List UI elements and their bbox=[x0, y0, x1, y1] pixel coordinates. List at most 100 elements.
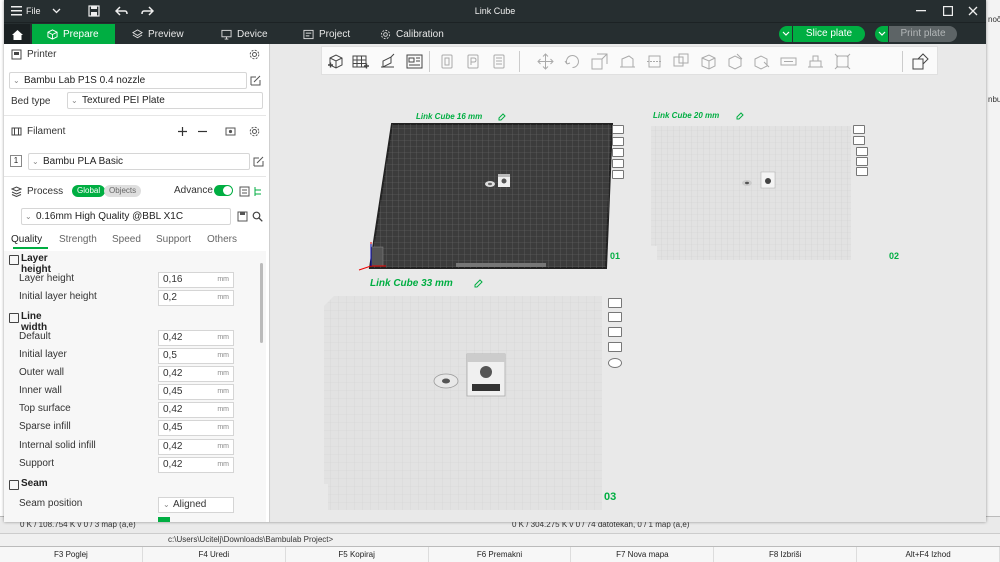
print-dropdown-chevron-icon[interactable] bbox=[875, 26, 888, 42]
subtab-others[interactable]: Others bbox=[207, 234, 237, 245]
process-preset-select[interactable]: ⌄ 0.16mm High Quality @BBL X1C bbox=[21, 208, 231, 225]
tab-project[interactable]: Project bbox=[295, 24, 358, 45]
hamburger-menu-icon[interactable] bbox=[11, 6, 23, 16]
save-icon[interactable] bbox=[88, 5, 100, 17]
printer-settings-gear-icon[interactable] bbox=[249, 49, 260, 60]
add-plate-icon[interactable] bbox=[352, 53, 369, 70]
plate-02-name[interactable]: Link Cube 20 mm bbox=[653, 111, 719, 120]
scope-objects-toggle[interactable]: Objects bbox=[104, 185, 142, 197]
fkey-f5[interactable]: F5 Kopiraj bbox=[286, 547, 429, 562]
seam-position-select[interactable]: ⌄ Aligned bbox=[158, 497, 234, 513]
measure-icon[interactable] bbox=[807, 53, 824, 70]
initial-layer-height-input[interactable]: 0,2 mm bbox=[158, 290, 234, 306]
lw-top-surface-input[interactable]: 0,42 mm bbox=[158, 402, 234, 418]
subtab-support[interactable]: Support bbox=[156, 234, 191, 245]
plate-01-orient-icon[interactable] bbox=[612, 148, 624, 157]
scope-global-toggle[interactable]: Global bbox=[72, 185, 106, 197]
color-painting-icon[interactable] bbox=[753, 53, 770, 70]
tab-calibration[interactable]: Calibration bbox=[372, 24, 452, 45]
assembly-icon[interactable] bbox=[834, 53, 851, 70]
plate-03-bed[interactable] bbox=[322, 294, 607, 514]
filament-settings-gear-icon[interactable] bbox=[249, 126, 260, 137]
split-parts-icon[interactable] bbox=[465, 53, 482, 70]
layer-settings-icon[interactable] bbox=[491, 53, 508, 70]
plate-02-lock-icon[interactable] bbox=[856, 157, 868, 166]
minimize-icon[interactable] bbox=[916, 10, 926, 12]
plate-03-close-icon[interactable] bbox=[608, 298, 622, 308]
edit-printer-icon[interactable] bbox=[250, 75, 261, 86]
undo-icon[interactable] bbox=[115, 5, 128, 17]
checkbox-partial[interactable] bbox=[158, 517, 170, 522]
fkey-f3[interactable]: F3 Poglej bbox=[0, 547, 143, 562]
plate-03-settings-icon[interactable] bbox=[608, 358, 622, 368]
sidebar-scrollbar[interactable] bbox=[260, 263, 263, 343]
subtab-quality[interactable]: Quality bbox=[11, 234, 42, 245]
subtab-strength[interactable]: Strength bbox=[59, 234, 97, 245]
fkey-f7[interactable]: F7 Nova mapa bbox=[571, 547, 715, 562]
lw-internal-solid-infill-input[interactable]: 0,42 mm bbox=[158, 439, 234, 455]
file-menu[interactable]: File bbox=[26, 0, 41, 22]
plate-01-lock-icon[interactable] bbox=[612, 159, 624, 168]
plate-01-bed[interactable] bbox=[356, 122, 616, 272]
fkey-f4[interactable]: F4 Uredi bbox=[143, 547, 286, 562]
lw-support-input[interactable]: 0,42 mm bbox=[158, 457, 234, 473]
split-objects-icon[interactable] bbox=[439, 53, 456, 70]
plate-02-arrange-icon[interactable] bbox=[853, 136, 865, 145]
plate-03-arrange-icon[interactable] bbox=[608, 312, 622, 322]
plate-02-bed[interactable] bbox=[649, 124, 854, 264]
emboss-text-icon[interactable] bbox=[780, 53, 797, 70]
process-tree-icon[interactable] bbox=[253, 186, 264, 197]
chevron-down-icon[interactable] bbox=[52, 8, 61, 16]
save-preset-icon[interactable] bbox=[237, 211, 248, 222]
lw-outer-wall-input[interactable]: 0,42 mm bbox=[158, 366, 234, 382]
seam-painting-icon[interactable] bbox=[727, 53, 744, 70]
layer-height-input[interactable]: 0,16 mm bbox=[158, 272, 234, 288]
tab-device[interactable]: Device bbox=[213, 24, 276, 45]
plate-01-arrange-icon[interactable] bbox=[612, 137, 624, 146]
filament-select[interactable]: ⌄ Bambu PLA Basic bbox=[28, 153, 250, 170]
mesh-boolean-icon[interactable] bbox=[673, 53, 690, 70]
plate-03-orient-icon[interactable] bbox=[608, 327, 622, 337]
slice-plate-button[interactable]: Slice plate bbox=[793, 26, 865, 42]
lw-initial-layer-input[interactable]: 0,5 mm bbox=[158, 348, 234, 364]
plate-01-name[interactable]: Link Cube 16 mm bbox=[416, 112, 482, 121]
lw-sparse-infill-input[interactable]: 0,45 mm bbox=[158, 420, 234, 436]
plate-01-close-icon[interactable] bbox=[612, 125, 624, 134]
plate-02-edit-icon[interactable] bbox=[736, 112, 744, 120]
support-painting-icon[interactable] bbox=[700, 53, 717, 70]
fkey-f6[interactable]: F6 Premakni bbox=[429, 547, 572, 562]
scale-icon[interactable] bbox=[591, 53, 608, 70]
plate-03-edit-icon[interactable] bbox=[474, 279, 483, 288]
move-icon[interactable] bbox=[537, 53, 554, 70]
bed-type-select[interactable]: ⌄ Textured PEI Plate bbox=[67, 92, 263, 109]
maximize-icon[interactable] bbox=[943, 6, 953, 16]
plate-01-edit-icon[interactable] bbox=[498, 113, 506, 121]
tab-preview[interactable]: Preview bbox=[124, 24, 192, 45]
3d-viewport[interactable]: Link Cube 16 mm 01 Link Cube 20 mm 02 Li… bbox=[271, 44, 986, 522]
filament-sync-icon[interactable] bbox=[225, 126, 236, 137]
fkey-f8[interactable]: F8 Izbriši bbox=[714, 547, 858, 562]
plate-02-close-icon[interactable] bbox=[853, 125, 865, 134]
plate-03-name[interactable]: Link Cube 33 mm bbox=[370, 278, 453, 289]
tab-prepare[interactable]: Prepare bbox=[32, 24, 115, 45]
redo-icon[interactable] bbox=[141, 5, 154, 17]
lw-default-input[interactable]: 0,42 mm bbox=[158, 330, 234, 346]
lw-inner-wall-input[interactable]: 0,45 mm bbox=[158, 384, 234, 400]
plate-03-lock-icon[interactable] bbox=[608, 342, 622, 352]
variable-layer-height-icon[interactable] bbox=[912, 53, 929, 70]
arrange-icon[interactable] bbox=[406, 53, 423, 70]
cut-icon[interactable] bbox=[646, 53, 663, 70]
rotate-icon[interactable] bbox=[564, 53, 581, 70]
plate-02-orient-icon[interactable] bbox=[856, 147, 868, 156]
add-filament-icon[interactable] bbox=[177, 126, 188, 137]
fkey-altf4[interactable]: Alt+F4 Izhod bbox=[857, 547, 1000, 562]
edit-filament-icon[interactable] bbox=[253, 156, 264, 167]
advance-toggle[interactable] bbox=[214, 185, 233, 196]
subtab-speed[interactable]: Speed bbox=[112, 234, 141, 245]
search-icon[interactable] bbox=[252, 211, 263, 222]
close-icon[interactable] bbox=[968, 6, 978, 16]
plate-01-settings-icon[interactable] bbox=[612, 170, 624, 179]
slice-dropdown-chevron-icon[interactable] bbox=[779, 26, 792, 42]
plate-02-settings-icon[interactable] bbox=[856, 167, 868, 176]
remove-filament-icon[interactable] bbox=[197, 126, 208, 137]
